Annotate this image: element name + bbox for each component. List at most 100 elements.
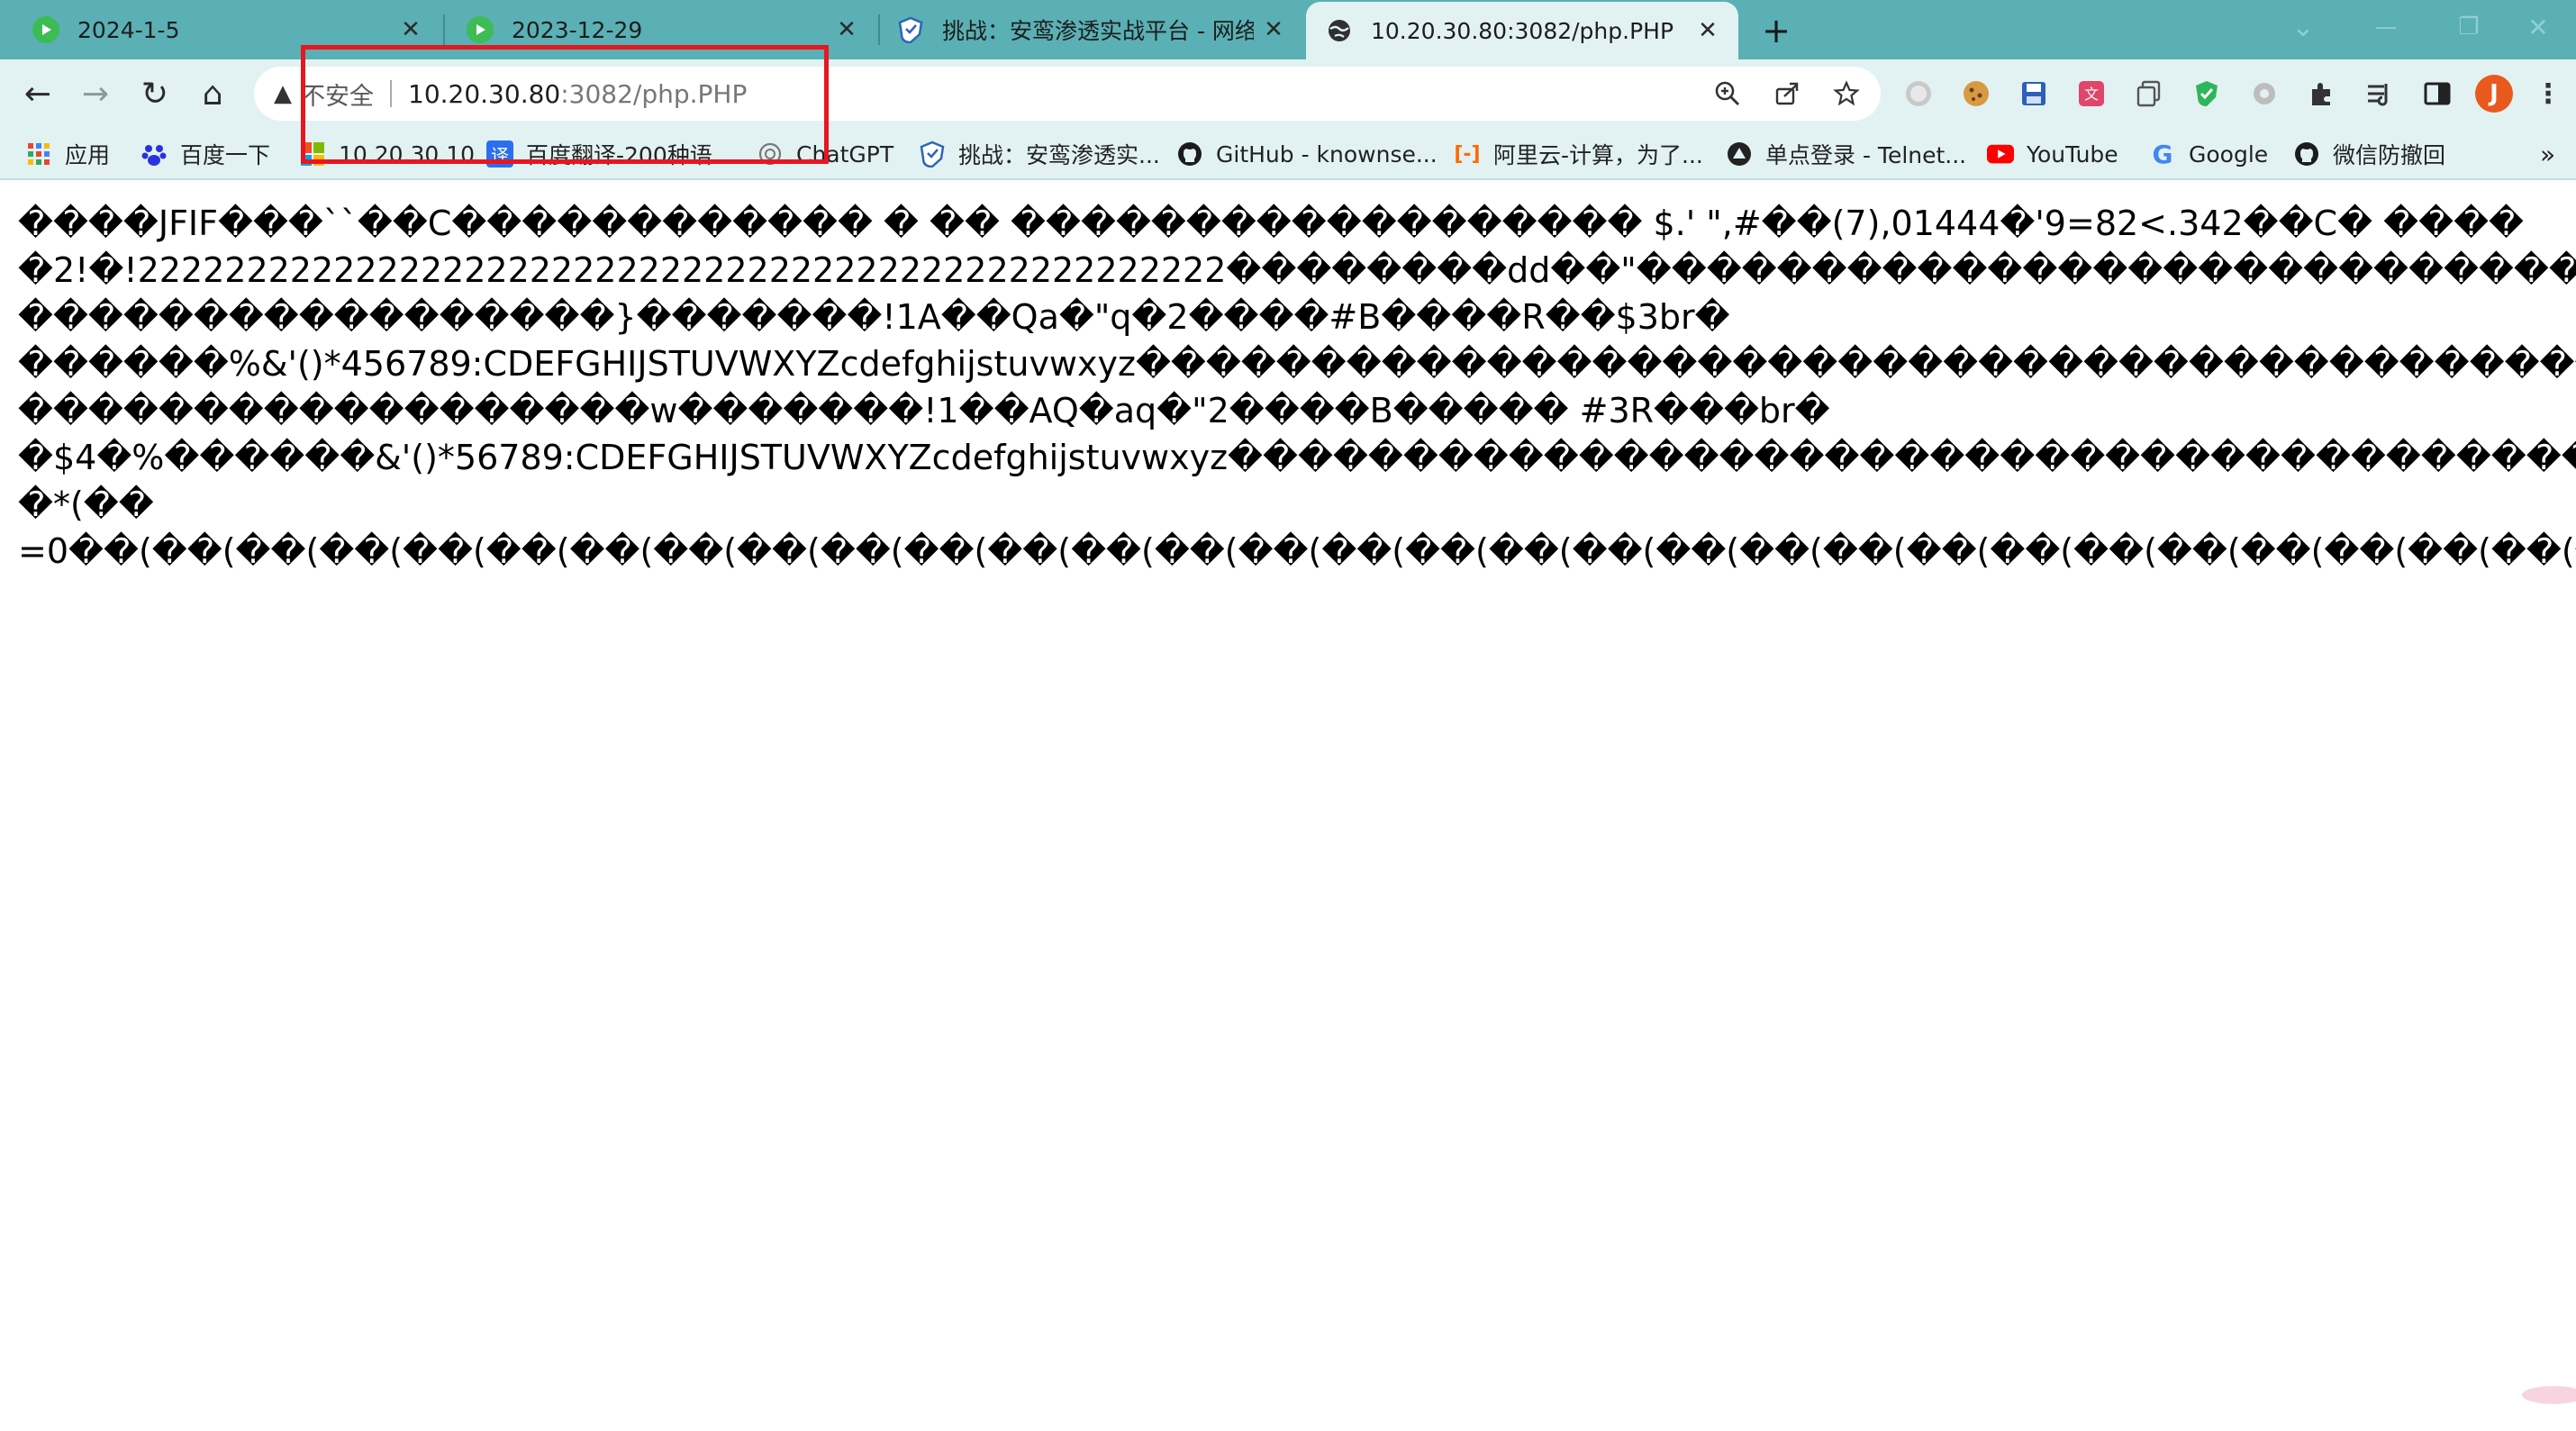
bookmark-label: 单点登录 - Telnet...: [1765, 142, 1967, 168]
binary-text-line: ������������������w�������!1��AQ�aq�"2��…: [18, 391, 1830, 430]
bookmark-google[interactable]: G Google: [2149, 135, 2269, 173]
minimize-button[interactable]: —: [2345, 0, 2426, 54]
zoom-icon[interactable]: [1708, 74, 1747, 113]
bookmark-label: 阿里云-计算，为了...: [1493, 142, 1703, 168]
binary-text-line: �*(��: [18, 485, 154, 524]
window-close-button[interactable]: ✕: [2500, 0, 2576, 54]
bookmark-github-knownsec[interactable]: GitHub - knownse...: [1176, 135, 1438, 173]
bookmark-label: 百度翻译-200种语...: [526, 142, 734, 168]
globe-icon: [1326, 17, 1353, 44]
bookmark-baidu-translate[interactable]: 译 百度翻译-200种语...: [486, 135, 734, 173]
close-tab-icon[interactable]: ✕: [398, 16, 423, 43]
shield-icon: [897, 16, 924, 43]
bookmark-label: GitHub - knownse...: [1216, 140, 1438, 168]
binary-text-line: �$4�%������&'()*56789:CDEFGHIJSTUVWXYZcd…: [18, 438, 2576, 477]
reading-list-icon[interactable]: [2362, 76, 2398, 112]
reload-button[interactable]: ↻: [130, 68, 180, 119]
extension-save-icon[interactable]: [2016, 76, 2052, 112]
bookmark-label: 百度一下: [180, 142, 271, 168]
bookmark-label: 应用: [65, 142, 111, 168]
aliyun-icon: [-]: [1454, 142, 1481, 166]
tab-2023-12-29[interactable]: 2023-12-29 ✕: [445, 0, 877, 59]
bookmark-label: YouTube: [2027, 140, 2118, 168]
side-panel-icon[interactable]: [2419, 76, 2455, 112]
extensions-puzzle-icon[interactable]: [2304, 76, 2340, 112]
arrow-right-icon: →: [81, 75, 110, 113]
sso-icon: [1726, 140, 1753, 168]
share-icon[interactable]: [1767, 74, 1807, 113]
tab-2024-1-5[interactable]: 2024-1-5 ✕: [0, 0, 441, 59]
translate-icon: 译: [486, 140, 513, 168]
tab-title: 2023-12-29: [512, 16, 643, 43]
bookmark-chatgpt[interactable]: ChatGPT: [757, 135, 893, 173]
binary-text-line: ������%&'()*456789:CDEFGHIJSTUVWXYZcdefg…: [18, 344, 2576, 384]
bookmark-baidu[interactable]: 百度一下: [141, 135, 270, 173]
close-tab-icon[interactable]: ✕: [1695, 17, 1720, 44]
windows-logo-icon: [299, 140, 326, 168]
binary-text-line: �����������������}�������!1A��Qa�"q�2���…: [18, 297, 1730, 337]
home-button[interactable]: ⌂: [187, 68, 238, 119]
not-secure-label[interactable]: 不安全: [301, 77, 374, 112]
bookmark-10-20-30-10[interactable]: 10.20.30.10: [299, 135, 475, 173]
extension-copy-icon[interactable]: [2131, 76, 2167, 112]
bookmark-aliyun[interactable]: [-] 阿里云-计算，为了...: [1454, 135, 1703, 173]
bookmark-label: 挑战：安鸾渗透实...: [958, 142, 1160, 168]
arrow-left-icon: ←: [23, 75, 52, 113]
address-divider: [390, 80, 392, 107]
url-host[interactable]: 10.20.30.80: [408, 79, 560, 109]
bookmarks-bar: 应用 百度一下 10.20.30.10 译 百度翻译-200种语... Chat…: [0, 128, 2576, 180]
reload-icon: ↻: [141, 75, 169, 113]
close-tab-icon[interactable]: ✕: [1261, 16, 1286, 43]
binary-text-line: ����JFIF���``��C������������ � �� ������…: [18, 204, 2524, 243]
extension-shield-check-icon[interactable]: [2189, 76, 2225, 112]
extension-translate-icon[interactable]: 文: [2073, 76, 2109, 112]
tab-title: 10.20.30.80:3082/php.PHP: [1371, 17, 1674, 44]
browser-toolbar: ← → ↻ ⌂ ▲ 不安全 10.20.30.80 :3082/php.PHP: [0, 59, 2576, 128]
tab-anluan-challenge[interactable]: 挑战：安鸾渗透实战平台 - 网络安 ✕: [881, 0, 1304, 59]
close-tab-icon[interactable]: ✕: [834, 16, 859, 43]
address-actions: [1708, 67, 1866, 121]
bookmark-sso-telnet[interactable]: 单点登录 - Telnet...: [1726, 135, 1966, 173]
bookmark-star-icon[interactable]: [1827, 74, 1866, 113]
tab-title: 2024-1-5: [77, 16, 180, 43]
forward-button[interactable]: →: [70, 68, 121, 119]
openai-icon: [757, 140, 784, 168]
tab-php-page-active[interactable]: 10.20.30.80:3082/php.PHP ✕: [1306, 2, 1738, 59]
tab-strip: 2024-1-5 ✕ 2023-12-29 ✕ 挑战：安鸾渗透实战平台 - 网络…: [0, 0, 2576, 59]
play-icon: [467, 16, 494, 43]
bookmark-label: 微信防撤回: [2333, 142, 2446, 168]
github-icon: [1176, 140, 1203, 168]
page-content: ����JFIF���``��C������������ � �� ������…: [0, 182, 2576, 1431]
binary-text-line: =0��(��(��(��(��(��(��(��(��(��(��(��(��…: [18, 531, 2576, 571]
svg-text:文: 文: [2084, 86, 2099, 103]
github-icon: [2293, 140, 2320, 168]
profile-avatar[interactable]: J: [2475, 75, 2513, 113]
bookmark-label: Google: [2189, 140, 2269, 168]
google-icon: G: [2152, 139, 2173, 169]
address-bar[interactable]: ▲ 不安全 10.20.30.80 :3082/php.PHP: [254, 67, 1881, 121]
warning-triangle-icon[interactable]: ▲: [274, 80, 292, 107]
restore-button[interactable]: ❐: [2428, 0, 2509, 54]
extension-globe-icon[interactable]: [1900, 76, 1937, 112]
tab-title: 挑战：安鸾渗透实战平台 - 网络安: [942, 18, 1254, 44]
extension-cookie-icon[interactable]: [1958, 76, 1994, 112]
extension-gear-icon[interactable]: [2246, 76, 2282, 112]
youtube-icon: [1987, 140, 2014, 168]
bookmark-apps[interactable]: 应用: [25, 135, 110, 173]
home-icon: ⌂: [202, 75, 223, 113]
new-tab-button[interactable]: +: [1756, 11, 1796, 50]
bookmark-anluan[interactable]: 挑战：安鸾渗透实...: [919, 135, 1160, 173]
bookmarks-overflow-button[interactable]: »: [2540, 135, 2555, 173]
apps-grid-icon: [25, 140, 52, 168]
bookmark-youtube[interactable]: YouTube: [1987, 135, 2118, 173]
corner-decoration: [2522, 1386, 2576, 1404]
bookmark-label: 10.20.30.10: [339, 140, 476, 168]
tab-separator: [878, 14, 880, 45]
url-path[interactable]: :3082/php.PHP: [560, 79, 747, 109]
baidu-paw-icon: [141, 140, 168, 168]
binary-text-line: �2!�!22222222222222222222222222222222222…: [18, 250, 2576, 290]
tab-search-dropdown-icon[interactable]: ⌄: [2263, 0, 2344, 54]
more-menu-icon[interactable]: ⋮: [2535, 76, 2562, 112]
bookmark-wechat-anti-recall[interactable]: 微信防撤回: [2293, 135, 2445, 173]
back-button[interactable]: ←: [13, 68, 63, 119]
